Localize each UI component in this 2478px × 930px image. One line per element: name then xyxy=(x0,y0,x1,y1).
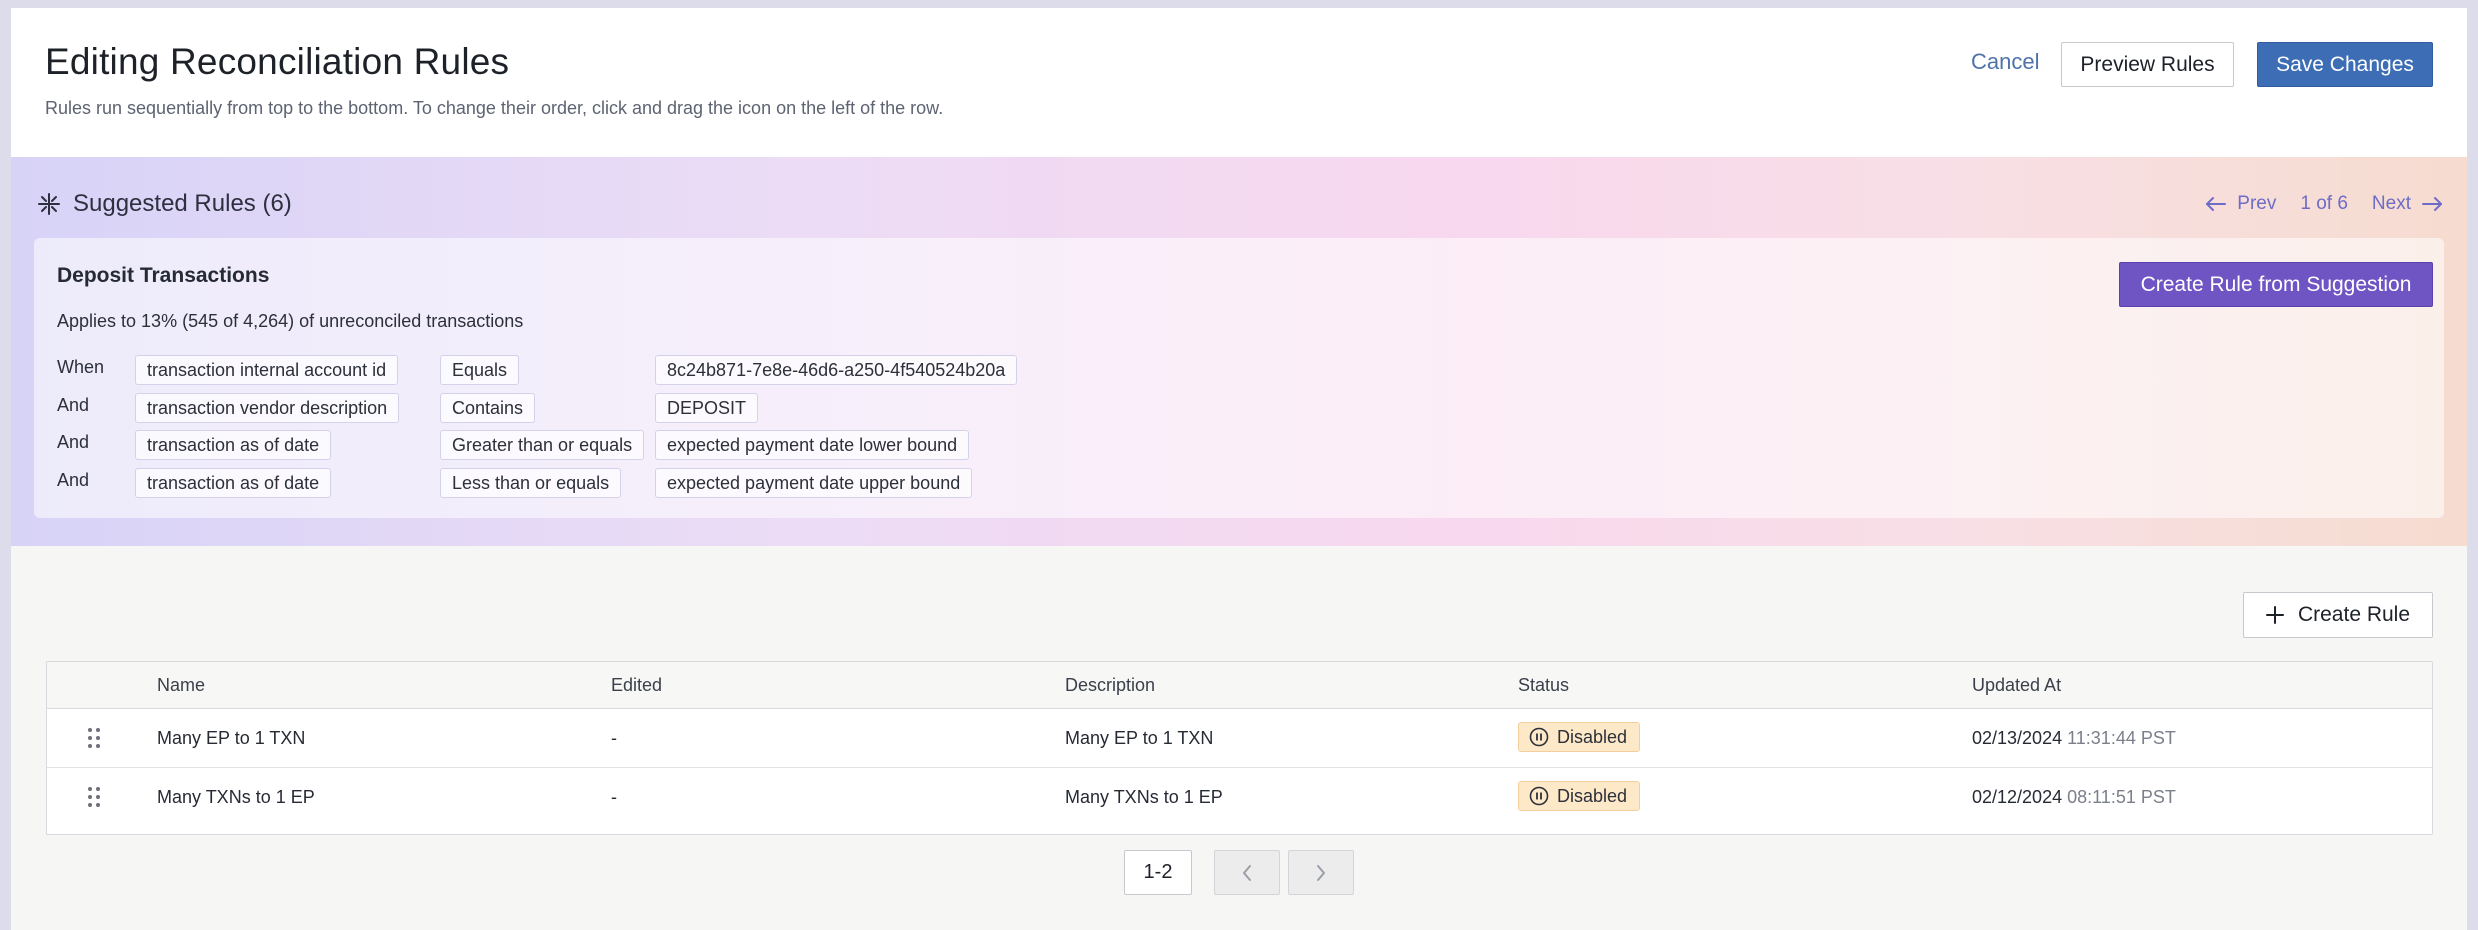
condition-join: And xyxy=(57,470,90,490)
plus-icon xyxy=(2265,606,2284,624)
condition-value: expected payment date lower bound xyxy=(655,430,970,460)
page-range: 1-2 xyxy=(1124,850,1192,895)
prev-label: Prev xyxy=(2237,193,2277,214)
rule-updated-at: 02/13/2024 11:31:44 PST xyxy=(1972,728,2176,749)
suggestion-counter: 1 of 6 xyxy=(2300,193,2348,214)
arrow-right-icon xyxy=(2422,197,2442,211)
cancel-button[interactable]: Cancel xyxy=(1971,49,2039,75)
status-badge: Disabled xyxy=(1518,781,1641,811)
condition-operator: Less than or equals xyxy=(440,468,622,498)
drag-handle-icon[interactable] xyxy=(87,727,101,749)
next-suggestion-button[interactable]: Next xyxy=(2372,193,2443,215)
suggestion-pager: Prev 1 of 6 Next xyxy=(2205,193,2443,215)
condition-field: transaction internal account id xyxy=(135,355,399,385)
rule-edited: - xyxy=(611,787,617,807)
column-header-status: Status xyxy=(1518,675,1570,695)
page-header: Editing Reconciliation Rules Rules run s… xyxy=(11,8,2467,157)
condition-join: And xyxy=(57,395,90,415)
updated-date: 02/12/2024 xyxy=(1972,787,2063,807)
condition-join: And xyxy=(57,432,90,452)
arrow-left-icon xyxy=(2206,197,2227,211)
suggestion-title: Deposit Transactions xyxy=(57,264,270,287)
suggested-rules-panel: Suggested Rules (6) Prev 1 of 6 Next Dep… xyxy=(11,157,2467,546)
condition-value: 8c24b871-7e8e-46d6-a250-4f540524b20a xyxy=(655,355,1018,385)
save-changes-button[interactable]: Save Changes xyxy=(2257,42,2433,87)
preview-rules-button[interactable]: Preview Rules xyxy=(2061,42,2234,87)
status-label: Disabled xyxy=(1557,785,1628,806)
column-header-updated-at: Updated At xyxy=(1972,675,2062,695)
updated-time: 11:31:44 PST xyxy=(2067,728,2176,748)
table-header: Name Edited Description Status Updated A… xyxy=(47,662,2432,709)
app-frame: Editing Reconciliation Rules Rules run s… xyxy=(11,8,2467,930)
pause-icon xyxy=(1529,786,1549,806)
page-title: Editing Reconciliation Rules xyxy=(45,41,510,82)
pause-icon xyxy=(1529,727,1549,747)
rule-description: Many TXNs to 1 EP xyxy=(1065,787,1223,807)
condition-value: expected payment date upper bound xyxy=(655,468,973,498)
column-header-description: Description xyxy=(1065,675,1156,695)
previous-page-button[interactable] xyxy=(1214,850,1280,895)
updated-time: 08:11:51 PST xyxy=(2067,787,2176,807)
condition-field: transaction vendor description xyxy=(135,393,400,423)
column-header-edited: Edited xyxy=(611,675,663,695)
drag-handle-icon[interactable] xyxy=(87,786,101,808)
rules-table: Name Edited Description Status Updated A… xyxy=(46,661,2433,835)
updated-date: 02/13/2024 xyxy=(1972,728,2063,748)
condition-row: And transaction vendor description Conta… xyxy=(57,393,1257,423)
column-header-name: Name xyxy=(157,675,206,695)
status-label: Disabled xyxy=(1557,726,1628,747)
create-rule-button[interactable]: Create Rule xyxy=(2243,592,2433,638)
rule-description: Many EP to 1 TXN xyxy=(1065,728,1214,748)
condition-row: When transaction internal account id Equ… xyxy=(57,355,1257,385)
table-row[interactable]: Many EP to 1 TXN - Many EP to 1 TXN Disa… xyxy=(47,709,2432,768)
condition-operator: Contains xyxy=(440,393,536,423)
suggestion-applies-text: Applies to 13% (545 of 4,264) of unrecon… xyxy=(57,311,524,331)
suggested-rules-header: Suggested Rules (6) xyxy=(37,190,292,218)
condition-field: transaction as of date xyxy=(135,468,332,498)
condition-row: And transaction as of date Greater than … xyxy=(57,430,1257,460)
condition-join: When xyxy=(57,357,105,377)
next-label: Next xyxy=(2371,193,2411,214)
rule-name: Many TXNs to 1 EP xyxy=(157,787,315,807)
chevron-left-icon xyxy=(1243,864,1251,881)
condition-field: transaction as of date xyxy=(135,430,332,460)
rule-updated-at: 02/12/2024 08:11:51 PST xyxy=(1972,787,2176,808)
suggestion-card: Deposit Transactions Applies to 13% (545… xyxy=(34,238,2444,518)
condition-operator: Equals xyxy=(440,355,520,385)
pagination: 1-2 xyxy=(1124,850,1362,895)
condition-operator: Greater than or equals xyxy=(440,430,645,460)
table-row[interactable]: Many TXNs to 1 EP - Many TXNs to 1 EP Di… xyxy=(47,768,2432,827)
create-rule-label: Create Rule xyxy=(2297,603,2411,626)
sparkle-icon xyxy=(38,193,60,215)
chevron-right-icon xyxy=(1317,864,1325,881)
condition-value: DEPOSIT xyxy=(655,393,759,423)
create-rule-from-suggestion-button[interactable]: Create Rule from Suggestion xyxy=(2119,262,2433,307)
status-badge: Disabled xyxy=(1518,722,1641,752)
suggested-rules-title: Suggested Rules (6) xyxy=(73,190,292,217)
rule-edited: - xyxy=(611,728,617,748)
condition-row: And transaction as of date Less than or … xyxy=(57,468,1257,498)
page-subtitle: Rules run sequentially from top to the b… xyxy=(45,98,944,118)
rule-name: Many EP to 1 TXN xyxy=(157,728,306,748)
next-page-button[interactable] xyxy=(1288,850,1354,895)
prev-suggestion-button[interactable]: Prev xyxy=(2205,193,2276,215)
